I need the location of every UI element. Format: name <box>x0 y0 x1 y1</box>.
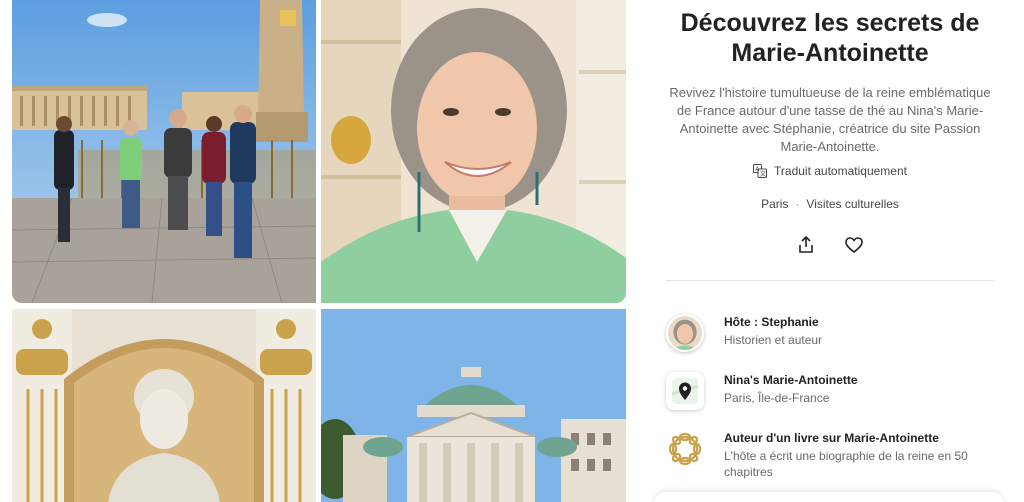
map-badge <box>666 372 704 410</box>
gallery-photo-chapel[interactable] <box>321 309 626 502</box>
highlight-location[interactable]: Nina's Marie-Antoinette Paris, Île-de-Fr… <box>666 372 996 410</box>
gallery-photo-bust[interactable] <box>12 309 316 502</box>
highlight-location-text: Nina's Marie-Antoinette Paris, Île-de-Fr… <box>724 372 858 406</box>
photo-gallery <box>12 0 626 502</box>
venue-name: Nina's Marie-Antoinette <box>724 373 858 387</box>
share-button[interactable] <box>794 234 818 256</box>
gallery-photo-host-portrait[interactable] <box>321 0 626 303</box>
laurel-badge-icon <box>666 430 704 468</box>
experience-title-line1: Découvrez les secrets de <box>680 9 980 37</box>
translation-notice[interactable]: A 文 Traduit automatiquement <box>660 164 1000 178</box>
highlight-host-text: Hôte : Stephanie Historien et auteur <box>724 314 822 348</box>
heart-icon <box>845 237 863 253</box>
author-description: L'hôte a écrit une biographie de la rein… <box>724 449 968 479</box>
translation-label: Traduit automatiquement <box>774 164 907 178</box>
experience-title: Découvrez les secrets de Marie-Antoinett… <box>660 8 1000 68</box>
booking-card-edge <box>654 492 1004 502</box>
host-role: Historien et auteur <box>724 333 823 347</box>
experience-info-panel: Découvrez les secrets de Marie-Antoinett… <box>660 0 1000 502</box>
venue-address: Paris, Île-de-France <box>724 391 830 405</box>
svg-text:文: 文 <box>760 170 766 178</box>
translate-icon: A 文 <box>753 164 768 178</box>
experience-meta: Paris · Visites culturelles <box>660 197 1000 211</box>
map-pin-icon <box>671 378 699 404</box>
gallery-photo-tour-group[interactable] <box>12 0 316 303</box>
experience-title-line2: Marie-Antoinette <box>731 39 929 67</box>
experience-description: Revivez l'histoire tumultueuse de la rei… <box>669 85 991 154</box>
location-label[interactable]: Paris <box>761 197 788 211</box>
section-divider <box>666 280 994 281</box>
save-wishlist-button[interactable] <box>842 234 866 256</box>
highlight-host[interactable]: Hôte : Stephanie Historien et auteur <box>666 314 996 352</box>
meta-separator: · <box>795 197 800 211</box>
host-name: Hôte : Stephanie <box>724 315 819 329</box>
category-label[interactable]: Visites culturelles <box>806 197 898 211</box>
share-icon <box>799 236 813 253</box>
action-buttons <box>660 234 1000 256</box>
host-avatar[interactable] <box>666 314 704 352</box>
highlight-author-text: Auteur d'un livre sur Marie-Antoinette L… <box>724 430 996 480</box>
author-title: Auteur d'un livre sur Marie-Antoinette <box>724 431 939 445</box>
highlight-author: Auteur d'un livre sur Marie-Antoinette L… <box>666 430 996 480</box>
